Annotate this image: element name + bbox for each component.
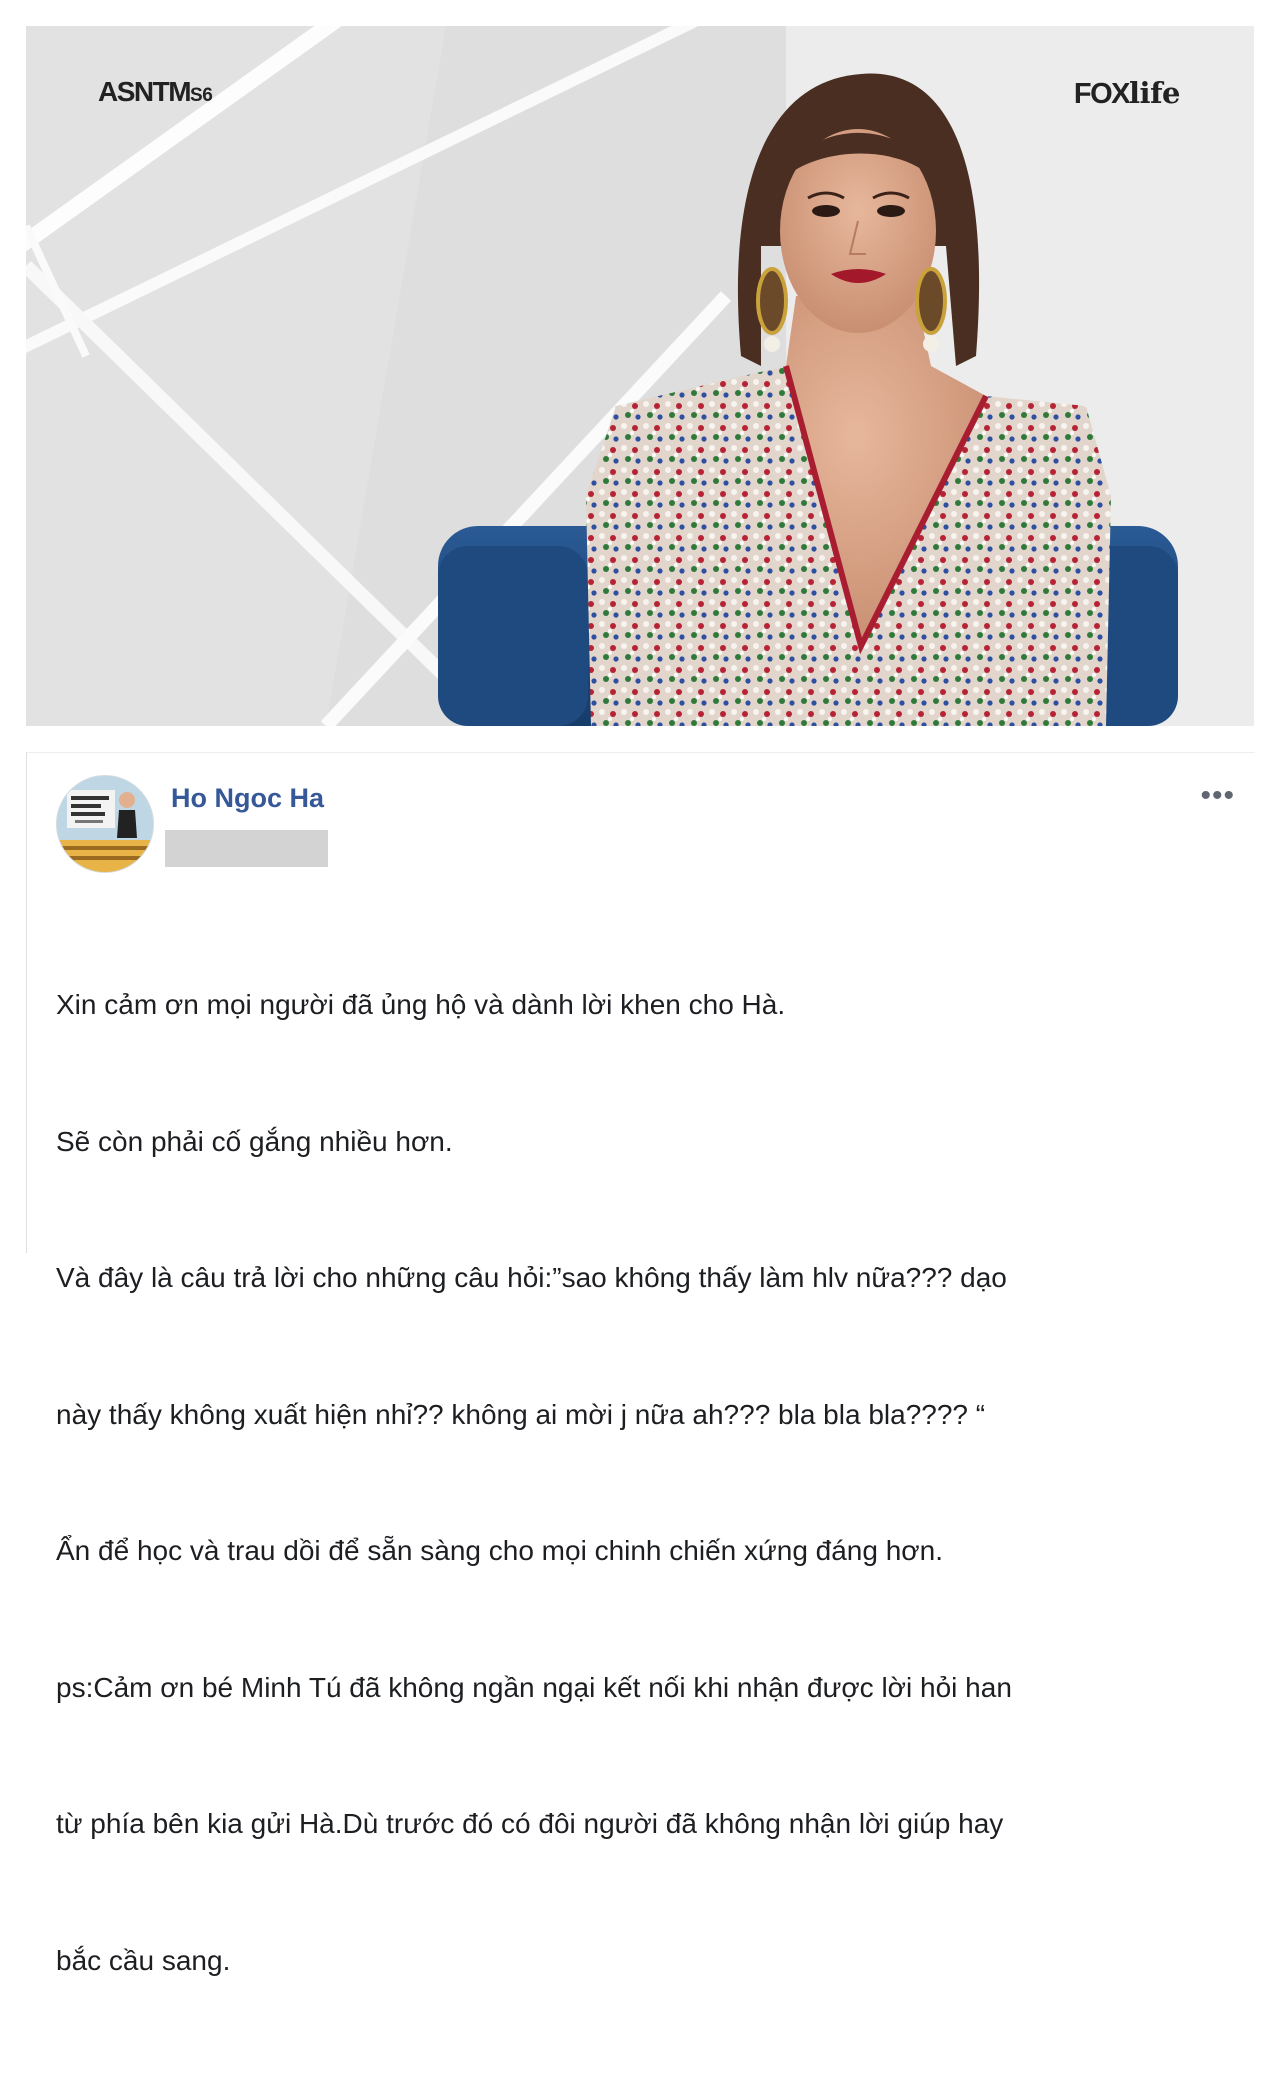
asntm-logo: ASNTMS6	[98, 76, 213, 108]
foxlife-logo-sub: life	[1129, 76, 1180, 110]
foxlife-logo-brand: FOX	[1073, 78, 1131, 110]
avatar-image-icon	[57, 776, 153, 872]
post-author-name[interactable]: Ho Ngoc Ha	[171, 783, 324, 814]
post-line: Sẽ còn phải cố gắng nhiều hơn.	[56, 1125, 453, 1157]
avatar[interactable]	[56, 775, 154, 873]
more-options-icon[interactable]: •••	[1200, 779, 1235, 813]
post-line: Xin cảm ơn mọi người đã ủng hộ và dành l…	[56, 989, 786, 1020]
post-line: ps:Cảm ơn bé Minh Tú đã không ngần ngại …	[56, 1671, 1012, 1703]
post-line: Ẩn để học và trau dồi để sẵn sàng cho mọ…	[56, 1535, 944, 1566]
post-timestamp-redacted	[165, 830, 328, 867]
post-body: Xin cảm ơn mọi người đã ủng hộ và dành l…	[56, 891, 1226, 2074]
asntm-logo-main: ASNTM	[98, 76, 192, 107]
post-line: Và đây là câu trả lời cho những câu hỏi:…	[56, 1262, 1007, 1293]
post-line: từ phía bên kia gửi Hà.Dù trước đó có đô…	[56, 1808, 1004, 1839]
asntm-logo-season: S6	[190, 85, 213, 106]
post-photo[interactable]: ASNTMS6 FOXlife	[26, 26, 1254, 726]
post-line: bắc cầu sang.	[56, 1944, 231, 1976]
photo-scene	[26, 26, 1254, 726]
post-line: này thấy không xuất hiện nhỉ?? không ai …	[56, 1398, 986, 1430]
foxlife-logo: FOXlife	[1073, 76, 1181, 111]
facebook-post-card: Ho Ngoc Ha ••• Xin cảm ơn mọi người đã ủ…	[26, 752, 1255, 1976]
